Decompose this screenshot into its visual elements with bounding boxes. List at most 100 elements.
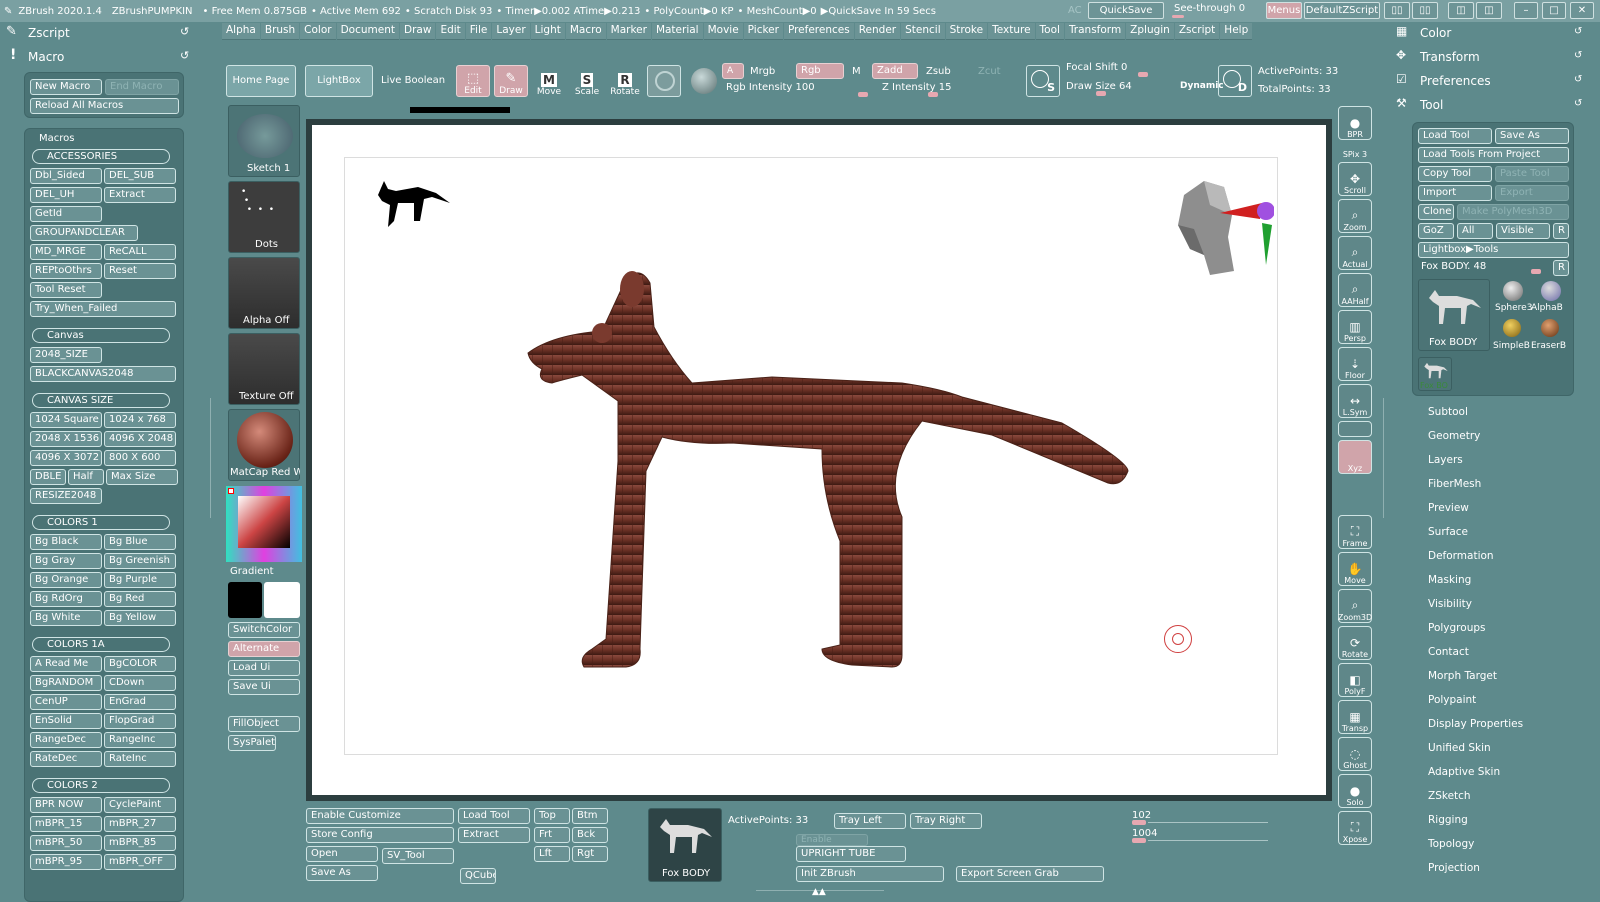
- macro-button[interactable]: REPtoOthrs: [30, 263, 102, 279]
- submenu-visibility[interactable]: Visibility: [1428, 598, 1472, 610]
- macro-button[interactable]: DEL_UH: [30, 187, 102, 203]
- macro-button[interactable]: Try_When_Failed: [30, 301, 176, 317]
- layout-icon-1[interactable]: ▯▯: [1384, 2, 1410, 19]
- macro-button[interactable]: mBPR_15: [30, 816, 102, 832]
- macro-section-1[interactable]: Canvas: [32, 328, 170, 343]
- macro-button[interactable]: 1024 Square: [30, 412, 102, 428]
- lft-view-button[interactable]: Lft: [534, 846, 570, 862]
- macro-button[interactable]: 2048 X 1536: [30, 431, 102, 447]
- macro-button[interactable]: 4096 X 2048: [104, 431, 176, 447]
- view-tool-zoom[interactable]: ⌕ Zoom: [1338, 199, 1372, 233]
- menu-edit[interactable]: Edit: [436, 23, 465, 40]
- edit-mode-button[interactable]: ⬚ Edit: [456, 65, 490, 97]
- top-view-button[interactable]: Top: [534, 808, 570, 824]
- s-circle-icon[interactable]: S: [1026, 65, 1060, 97]
- value-slider-1[interactable]: 102: [1132, 810, 1272, 825]
- submenu-subtool[interactable]: Subtool: [1428, 406, 1468, 418]
- qcube-button[interactable]: QCube: [460, 868, 496, 884]
- macro-button[interactable]: CDown: [104, 675, 176, 691]
- mrgb-button[interactable]: Mrgb: [750, 66, 775, 77]
- alternate-button[interactable]: Alternate: [228, 641, 300, 657]
- macro-button[interactable]: CenUP: [30, 694, 102, 710]
- zscript-popout-icon[interactable]: ↺: [180, 25, 189, 38]
- menu-zscript[interactable]: Zscript: [1174, 23, 1220, 40]
- menu-brush[interactable]: Brush: [260, 23, 300, 40]
- macro-popout-icon[interactable]: ↺: [180, 49, 189, 62]
- gyro-icon[interactable]: [647, 65, 681, 97]
- macro-button[interactable]: MD_MRGE: [30, 244, 102, 260]
- macro-button[interactable]: mBPR_95: [30, 854, 102, 870]
- menu-render[interactable]: Render: [854, 23, 901, 40]
- goz-all-button[interactable]: All: [1457, 223, 1493, 239]
- view-tool-rotate[interactable]: ⟳ Rotate: [1338, 626, 1372, 660]
- submenu-geometry[interactable]: Geometry: [1428, 430, 1480, 442]
- import-button[interactable]: Import: [1418, 185, 1492, 201]
- view-tool-transp[interactable]: ▦ Transp: [1338, 700, 1372, 734]
- submenu-deformation[interactable]: Deformation: [1428, 550, 1494, 562]
- make-polymesh-button[interactable]: Make PolyMesh3D: [1457, 204, 1569, 220]
- transform-reset-icon[interactable]: ↺: [1574, 50, 1582, 61]
- macro-button[interactable]: 800 X 600: [104, 450, 176, 466]
- submenu-surface[interactable]: Surface: [1428, 526, 1468, 538]
- macro-section-5[interactable]: COLORS 2: [32, 778, 170, 793]
- macro-button[interactable]: GetId: [30, 206, 102, 222]
- menu-layer[interactable]: Layer: [492, 23, 530, 40]
- move-mode-button[interactable]: M Move: [532, 65, 566, 97]
- enable-button[interactable]: Enable: [796, 834, 868, 846]
- secondary-color-swatch[interactable]: [264, 582, 300, 618]
- new-macro-button[interactable]: New Macro: [30, 79, 102, 95]
- tray-right-button[interactable]: Tray Right: [910, 813, 982, 829]
- load-tool-button[interactable]: Load Tool: [1418, 128, 1492, 144]
- menu-movie[interactable]: Movie: [703, 23, 743, 40]
- macro-button[interactable]: mBPR_27: [104, 816, 176, 832]
- open-button[interactable]: Open: [306, 846, 378, 862]
- material-thumb[interactable]: MatCap Red Wa: [228, 409, 300, 481]
- dots-thumb[interactable]: • • • • • Dots: [228, 181, 300, 253]
- store-config-button[interactable]: Store Config: [306, 827, 454, 843]
- sphere3d-thumb[interactable]: Sphere3: [1493, 279, 1533, 315]
- view-tool-icon-9[interactable]: [1338, 421, 1372, 437]
- copy-tool-button[interactable]: Copy Tool: [1418, 166, 1492, 182]
- macro-section-4[interactable]: COLORS 1A: [32, 637, 170, 652]
- minimize-icon[interactable]: –: [1514, 2, 1538, 19]
- macro-button[interactable]: EnGrad: [104, 694, 176, 710]
- macro-section-2[interactable]: CANVAS SIZE: [32, 393, 170, 408]
- lightbox-button[interactable]: LightBox: [305, 65, 373, 97]
- left-tray-handle[interactable]: [210, 398, 218, 518]
- view-tool-move[interactable]: ✋ Move: [1338, 552, 1372, 586]
- load-project-button[interactable]: Load Tools From Project: [1418, 147, 1569, 163]
- zscript-title[interactable]: Zscript: [28, 26, 70, 40]
- menu-texture[interactable]: Texture: [988, 23, 1035, 40]
- eraserb-thumb[interactable]: EraserB: [1531, 317, 1571, 353]
- tool-reset-icon[interactable]: ↺: [1574, 98, 1582, 109]
- macro-button[interactable]: 1024 x 768: [104, 412, 176, 428]
- menu-help[interactable]: Help: [1220, 23, 1253, 40]
- texture-thumb[interactable]: Texture Off: [228, 333, 300, 405]
- load-ui-button[interactable]: Load Ui: [228, 660, 300, 676]
- submenu-morph-target[interactable]: Morph Target: [1428, 670, 1497, 682]
- menu-zplugin[interactable]: Zplugin: [1126, 23, 1174, 40]
- macro-button[interactable]: Bg Purple: [104, 572, 176, 588]
- menus-button[interactable]: Menus: [1266, 2, 1302, 19]
- macro-button[interactable]: DEL_SUB: [104, 168, 176, 184]
- submenu-display-properties[interactable]: Display Properties: [1428, 718, 1523, 730]
- submenu-fibermesh[interactable]: FiberMesh: [1428, 478, 1481, 490]
- save-as-button[interactable]: Save As: [1495, 128, 1569, 144]
- macro-button[interactable]: RESIZE2048: [30, 488, 102, 504]
- view-tool-aahalf[interactable]: ⌕ AAHalf: [1338, 273, 1372, 307]
- view-tool-scroll[interactable]: ✥ Scroll: [1338, 162, 1372, 196]
- submenu-preview[interactable]: Preview: [1428, 502, 1469, 514]
- macro-button[interactable]: Extract: [104, 187, 176, 203]
- reload-macros-button[interactable]: Reload All Macros: [30, 98, 179, 114]
- layout-icon-4[interactable]: ◫: [1476, 2, 1502, 19]
- menu-stencil[interactable]: Stencil: [901, 23, 945, 40]
- tool-r-button[interactable]: R: [1553, 260, 1569, 276]
- gradient-label[interactable]: Gradient: [230, 566, 274, 577]
- submenu-polypaint[interactable]: Polypaint: [1428, 694, 1476, 706]
- frt-view-button[interactable]: Frt: [534, 827, 570, 843]
- live-boolean-button[interactable]: Live Boolean: [381, 75, 445, 86]
- rgb-button[interactable]: Rgb: [796, 63, 844, 79]
- sv-tool-button[interactable]: SV_Tool: [382, 848, 454, 864]
- export-button[interactable]: Export: [1495, 185, 1569, 201]
- macro-button[interactable]: RangeDec: [30, 732, 102, 748]
